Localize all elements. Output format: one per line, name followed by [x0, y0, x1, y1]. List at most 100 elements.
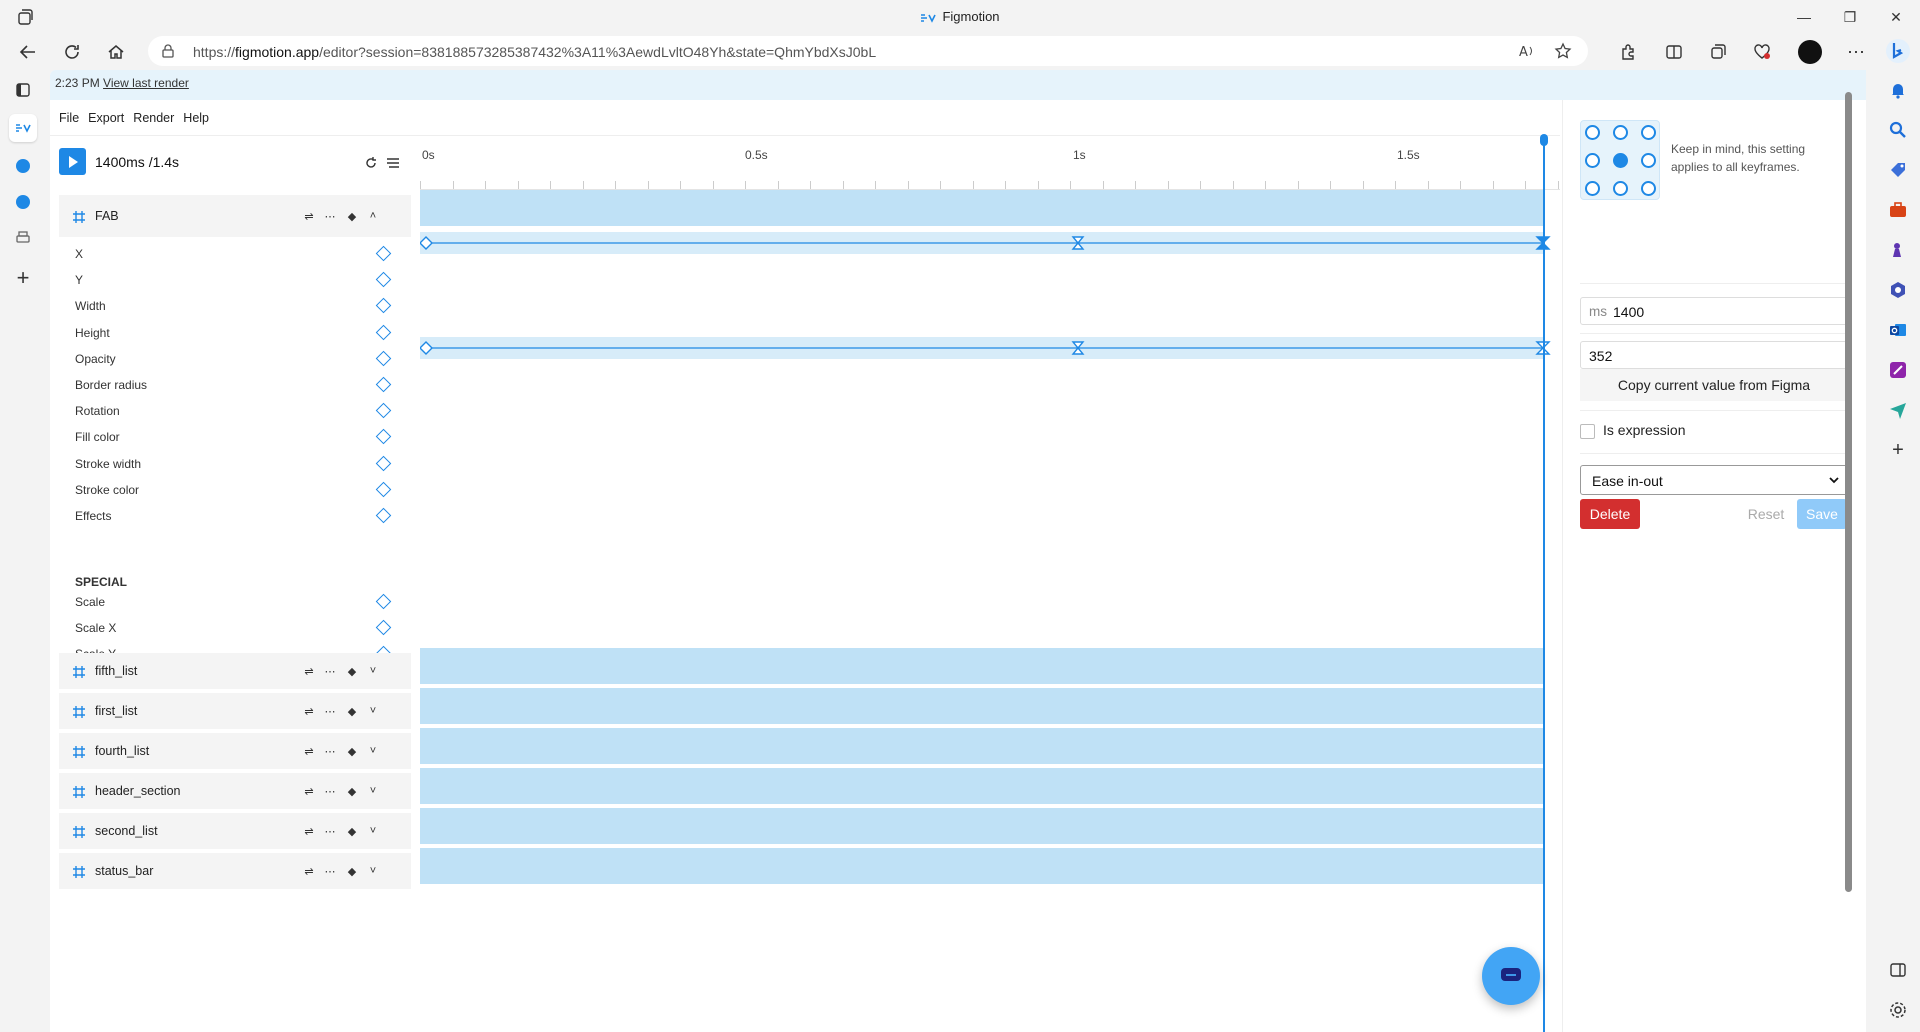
timeline[interactable] — [420, 134, 1560, 1032]
new-tab-plus-icon[interactable]: + — [9, 264, 37, 292]
property-row[interactable]: Stroke width — [59, 451, 411, 477]
adjust-sliders-icon[interactable]: ⇌ — [300, 742, 318, 760]
anchor-top-right[interactable] — [1641, 125, 1656, 140]
menu-render[interactable]: Render — [133, 111, 174, 125]
address-bar[interactable]: https://figmotion.app/editor?session=838… — [148, 36, 1588, 66]
bing-copilot-icon[interactable] — [1882, 35, 1914, 67]
shopping-tag-icon[interactable] — [1888, 160, 1908, 180]
save-button[interactable]: Save — [1797, 499, 1847, 529]
lock-icon[interactable] — [162, 44, 174, 58]
split-screen-icon[interactable] — [1660, 38, 1688, 66]
loop-icon[interactable] — [364, 156, 378, 170]
hide-sidebar-icon[interactable] — [1888, 960, 1908, 980]
property-row[interactable]: Rotation — [59, 398, 411, 424]
anchor-top-center[interactable] — [1613, 125, 1628, 140]
designer-icon[interactable] — [1888, 360, 1908, 380]
anchor-bottom-center[interactable] — [1613, 181, 1628, 196]
add-keyframe-diamond-icon[interactable] — [375, 429, 392, 445]
search-icon[interactable] — [1888, 120, 1908, 140]
adjust-sliders-icon[interactable]: ⇌ — [300, 822, 318, 840]
is-expression-checkbox[interactable] — [1580, 424, 1595, 439]
layer-duration-bar[interactable] — [420, 808, 1543, 844]
profile-avatar[interactable] — [1796, 38, 1824, 66]
property-row[interactable]: Stroke color — [59, 477, 411, 503]
anchor-bottom-left[interactable] — [1585, 181, 1600, 196]
chevron-down-icon[interactable]: ˅ — [364, 662, 382, 680]
adjust-sliders-icon[interactable]: ⇌ — [300, 662, 318, 680]
add-keyframe-diamond-icon[interactable] — [375, 324, 392, 340]
layer-stack-icon[interactable]: ◆ — [343, 662, 361, 680]
layer-duration-bar[interactable] — [420, 648, 1543, 684]
timeline-ruler[interactable]: 0s 0.5s 1s 1.5s — [420, 136, 1560, 190]
sidebar-settings-gear-icon[interactable] — [1888, 1000, 1908, 1020]
layer-stack-icon[interactable]: ◆ — [343, 702, 361, 720]
add-keyframe-diamond-icon[interactable] — [375, 376, 392, 393]
property-row[interactable]: Height — [59, 320, 411, 346]
outlook-icon[interactable] — [1888, 320, 1908, 340]
special-property-row[interactable]: Scale — [59, 589, 411, 615]
anchor-bottom-right[interactable] — [1641, 181, 1656, 196]
games-chess-icon[interactable] — [1888, 240, 1908, 260]
property-row[interactable]: X — [59, 241, 411, 267]
back-icon[interactable] — [14, 38, 42, 66]
layer-row[interactable]: second_list ⇌ ⋯ ◆ ˅ — [59, 813, 411, 849]
layer-row-fab[interactable]: FAB ⇌ ⋯ ◆ ˄ — [59, 195, 411, 237]
copy-from-figma-button[interactable]: Copy current value from Figma — [1580, 369, 1848, 401]
chevron-up-icon[interactable]: ˄ — [364, 207, 382, 225]
playhead[interactable] — [1543, 140, 1545, 1032]
layer-row[interactable]: status_bar ⇌ ⋯ ◆ ˅ — [59, 853, 411, 889]
chevron-down-icon[interactable]: ˅ — [364, 862, 382, 880]
property-row[interactable]: Width — [59, 293, 411, 319]
layer-duration-bar[interactable] — [420, 768, 1543, 804]
collections-icon[interactable] — [1704, 38, 1732, 66]
more-dots-icon[interactable]: ⋯ — [321, 822, 339, 840]
add-keyframe-diamond-icon[interactable] — [375, 619, 392, 636]
chevron-down-icon[interactable]: ˅ — [364, 822, 382, 840]
anchor-center[interactable] — [1613, 153, 1628, 168]
more-dots-icon[interactable]: ⋯ — [321, 782, 339, 800]
microsoft-365-icon[interactable] — [1888, 280, 1908, 300]
tab-globe-1[interactable] — [9, 152, 37, 180]
view-last-render-link[interactable]: View last render — [103, 76, 189, 90]
reset-button[interactable]: Reset — [1741, 499, 1791, 529]
menu-file[interactable]: File — [59, 111, 79, 125]
anchor-top-left[interactable] — [1585, 125, 1600, 140]
layer-duration-bar[interactable] — [420, 848, 1543, 884]
chevron-down-icon[interactable]: ˅ — [364, 702, 382, 720]
adjust-sliders-icon[interactable]: ⇌ — [300, 702, 318, 720]
layer-duration-bar[interactable] — [420, 688, 1543, 724]
layer-duration-bar[interactable] — [420, 728, 1543, 764]
keyframe-value-field[interactable] — [1580, 341, 1848, 369]
add-keyframe-diamond-icon[interactable] — [375, 350, 392, 367]
extensions-icon[interactable] — [1614, 38, 1642, 66]
more-dots-icon[interactable]: ⋯ — [321, 702, 339, 720]
property-row[interactable]: Opacity — [59, 346, 411, 372]
add-keyframe-diamond-icon[interactable] — [375, 507, 392, 524]
layer-stack-icon[interactable]: ◆ — [343, 862, 361, 880]
minimize-icon[interactable]: — — [1788, 6, 1820, 28]
menu-export[interactable]: Export — [88, 111, 124, 125]
adjust-sliders-icon[interactable]: ⇌ — [300, 862, 318, 880]
fab-duration-bar[interactable] — [420, 190, 1543, 226]
layer-row[interactable]: header_section ⇌ ⋯ ◆ ˅ — [59, 773, 411, 809]
layer-stack-icon[interactable]: ◆ — [343, 207, 361, 225]
easing-select[interactable]: Ease in-out — [1580, 465, 1848, 495]
more-dots-icon[interactable]: ⋯ — [321, 662, 339, 680]
tools-briefcase-icon[interactable] — [1888, 200, 1908, 220]
more-options-icon[interactable]: ⋯ — [1842, 38, 1870, 66]
chat-button[interactable] — [1482, 947, 1540, 1005]
property-row[interactable]: Effects — [59, 503, 411, 529]
layer-stack-icon[interactable]: ◆ — [343, 782, 361, 800]
layer-stack-icon[interactable]: ◆ — [343, 822, 361, 840]
url-text[interactable]: https://figmotion.app/editor?session=838… — [193, 44, 876, 60]
keyframe-start-icon[interactable] — [420, 236, 433, 250]
more-dots-icon[interactable]: ⋯ — [321, 742, 339, 760]
property-row[interactable]: Y — [59, 267, 411, 293]
notification-bell-icon[interactable] — [1888, 80, 1908, 100]
add-keyframe-diamond-icon[interactable] — [375, 593, 392, 610]
chevron-down-icon[interactable]: ˅ — [364, 742, 382, 760]
page-scrollbar[interactable] — [1843, 76, 1853, 1032]
anchor-middle-left[interactable] — [1585, 153, 1600, 168]
anchor-point-grid[interactable] — [1580, 120, 1660, 200]
special-property-row[interactable]: Scale X — [59, 615, 411, 641]
